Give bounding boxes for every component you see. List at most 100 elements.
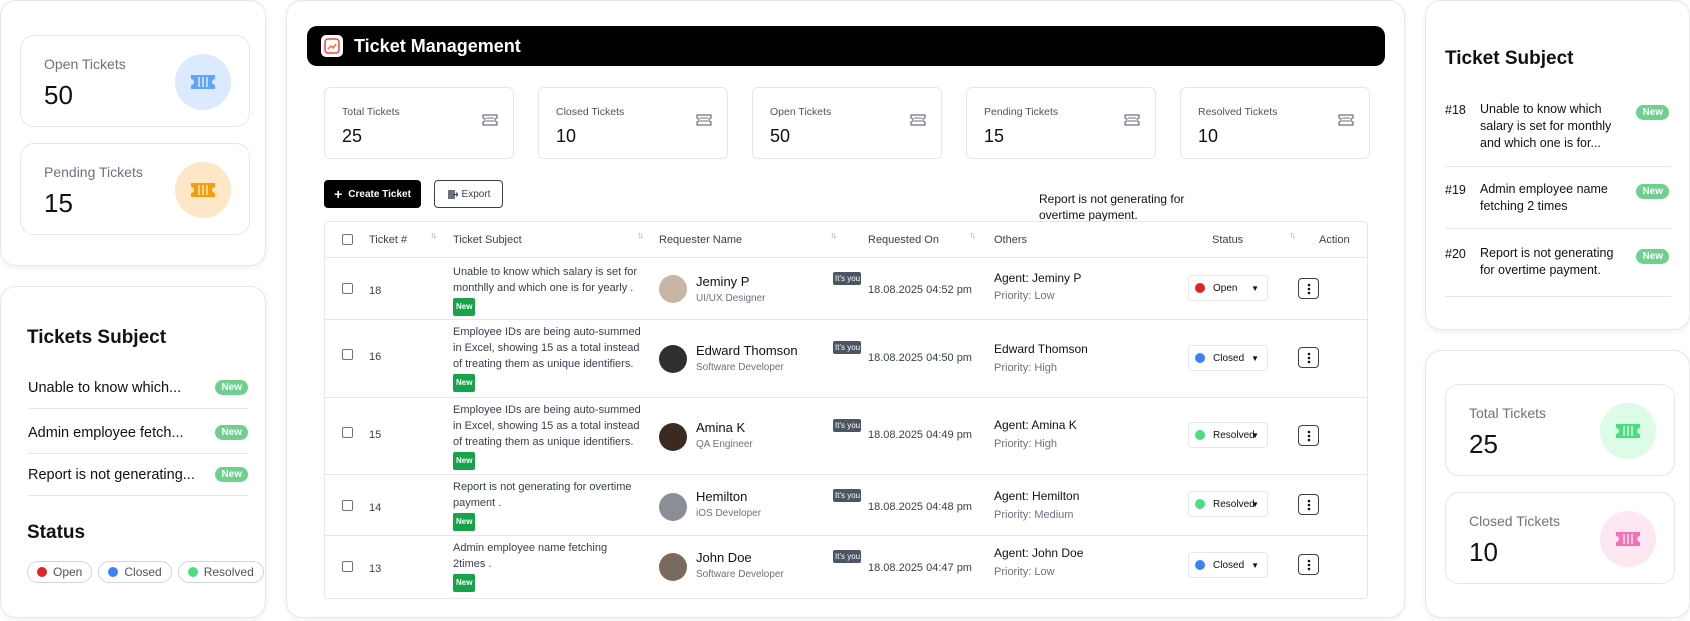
select-all-checkbox[interactable] [342,234,353,245]
card-value: 50 [770,126,791,146]
status-chip-resolved[interactable]: Resolved [177,561,264,583]
row-checkbox[interactable] [342,500,353,511]
avatar [659,345,687,373]
ticket-number: 14 [369,502,382,514]
app-logo-icon [321,35,343,57]
status-chip-closed[interactable]: Closed [98,561,172,583]
sort-icon[interactable]: ↑↓ [830,230,837,240]
its-you-tag: It's you [833,550,861,563]
new-tag: New [453,513,476,531]
requester-name: Amina K [696,420,746,435]
ticket-icon [910,114,926,126]
row-action-button[interactable] [1298,347,1319,368]
table-row[interactable]: 16 Employee IDs are being auto-summed in… [325,320,1367,398]
ticket-number: #20 [1445,247,1466,261]
new-badge: New [1636,249,1669,264]
closed-tickets-card: Closed Tickets 10 [538,87,728,159]
subject-text: Unable to know which salary is set for m… [1480,102,1612,150]
new-badge: New [1636,105,1669,120]
page-title: Ticket Management [354,35,521,56]
table-row[interactable]: 13 Admin employee name fetching 2times .… [325,536,1367,598]
chip-label: Open [53,565,83,579]
row-action-button[interactable] [1298,554,1319,575]
subject-text: Report is not generating... [28,466,195,483]
status-value: Closed [1213,559,1245,571]
status-select[interactable]: Open ▼ [1188,275,1268,301]
column-header-others: Others [994,234,1028,246]
table-row[interactable]: 14 Report is not generating for overtime… [325,475,1367,536]
new-badge: New [215,425,248,440]
new-badge: New [215,467,248,482]
card-label: Closed Tickets [556,106,625,118]
ticket-subject-title: Ticket Subject [1445,48,1574,69]
row-checkbox[interactable] [342,283,353,294]
create-ticket-button[interactable]: + Create Ticket [324,180,421,208]
open-tickets-card: Open Tickets 50 [20,35,250,127]
ticket-icon [1600,403,1656,459]
priority: Priority: High [994,362,1057,374]
status-dot [1195,353,1205,363]
priority: Priority: High [994,438,1057,450]
more-vertical-icon [1307,283,1310,294]
requested-on: 18.08.2025 04:48 pm [868,501,972,513]
status-select[interactable]: Resolved ▼ [1188,491,1268,517]
column-header-requester[interactable]: Requester Name [659,234,742,246]
header-bar: Ticket Management [307,26,1385,66]
new-badge: New [215,380,248,395]
row-checkbox[interactable] [342,561,353,572]
subject-item[interactable]: Admin employee fetch... New [28,412,248,454]
subject-list-item[interactable]: #20 Report is not generating for overtim… [1445,245,1671,297]
plus-icon: + [334,186,343,202]
sort-icon[interactable]: ↑↓ [637,230,644,240]
column-header-ticket-number[interactable]: Ticket # [369,234,407,246]
table-row[interactable]: 15 Employee IDs are being auto-summed in… [325,398,1367,475]
subject-list-item[interactable]: #18 Unable to know which salary is set f… [1445,101,1671,167]
column-header-action: Action [1319,234,1350,246]
row-checkbox[interactable] [342,427,353,438]
new-tag: New [453,298,476,316]
ticket-subject: Unable to know which salary is set for m… [453,264,641,316]
status-dot [37,567,47,577]
status-select[interactable]: Resolved ▼ [1188,422,1268,448]
subject-list-item[interactable]: #19 Admin employee name fetching 2 times… [1445,181,1671,229]
avatar [659,553,687,581]
card-value: 25 [342,126,363,146]
new-tag: New [453,374,476,392]
column-header-subject[interactable]: Ticket Subject [453,234,522,246]
requester-name: John Doe [696,550,752,565]
status-dot [1195,560,1205,570]
sort-icon[interactable]: ↑↓ [430,230,437,240]
card-label: Open Tickets [44,56,126,72]
column-header-status[interactable]: Status [1212,234,1243,246]
row-action-button[interactable] [1298,494,1319,515]
card-value: 10 [1198,126,1219,146]
ticket-subject: Admin employee name fetching 2times . Ne… [453,540,641,592]
agent-name: Edward Thomson [994,342,1088,356]
status-dot [108,567,119,577]
table-row[interactable]: 18 Unable to know which salary is set fo… [325,259,1367,320]
agent-name: Agent: Jeminy P [994,271,1082,285]
sort-icon[interactable]: ↑↓ [1289,230,1296,240]
row-checkbox[interactable] [342,349,353,360]
table-header: Ticket # ↑↓ Ticket Subject ↑↓ Requester … [325,222,1367,258]
its-you-tag: It's you [833,419,861,432]
ticket-number: 16 [369,351,382,363]
priority: Priority: Low [994,566,1055,578]
row-action-button[interactable] [1298,425,1319,446]
status-select[interactable]: Closed ▼ [1188,552,1268,578]
export-button[interactable]: Export [434,180,503,208]
column-header-requested-on[interactable]: Requested On [868,234,939,246]
subject-item[interactable]: Unable to know which... New [28,367,248,409]
card-value: 15 [44,188,73,218]
subject-item[interactable]: Report is not generating... New [28,454,248,496]
export-icon [447,189,458,199]
status-chip-open[interactable]: Open [27,561,93,583]
row-action-button[interactable] [1298,278,1319,299]
status-legend: Open Closed Resolved [27,561,264,583]
status-select[interactable]: Closed ▼ [1188,345,1268,371]
ticket-number: #18 [1445,103,1466,117]
caret-down-icon: ▼ [1251,560,1259,570]
more-vertical-icon [1307,352,1310,363]
chip-label: Closed [124,565,162,579]
sort-icon[interactable]: ↑↓ [969,230,976,240]
